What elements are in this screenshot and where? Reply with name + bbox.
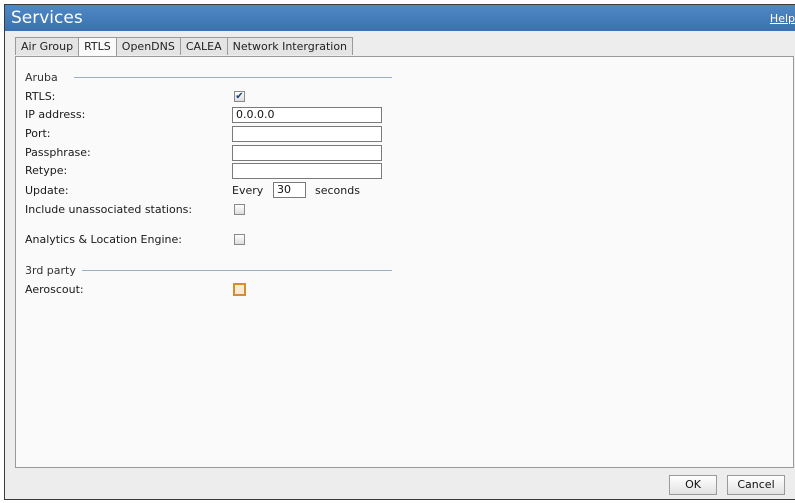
cancel-button[interactable]: Cancel — [727, 475, 785, 495]
rtls-panel: Aruba RTLS: ✔ IP address: 0.0.0.0 Port: … — [15, 56, 794, 468]
services-dialog: Services Help Air Group RTLS OpenDNS CAL… — [4, 4, 795, 500]
tab-bar: Air Group RTLS OpenDNS CALEA Network Int… — [15, 37, 354, 56]
retype-label: Retype: — [25, 164, 68, 177]
third-party-group-divider — [82, 270, 392, 271]
passphrase-input[interactable] — [232, 145, 382, 161]
ip-address-input[interactable]: 0.0.0.0 — [232, 107, 382, 123]
unassociated-stations-label: Include unassociated stations: — [25, 203, 193, 216]
ale-label: Analytics & Location Engine: — [25, 233, 182, 246]
tab-opendns[interactable]: OpenDNS — [115, 37, 181, 55]
rtls-checkbox[interactable]: ✔ — [234, 91, 245, 102]
unassociated-stations-checkbox[interactable] — [234, 204, 245, 215]
update-label: Update: — [25, 184, 69, 197]
aeroscout-checkbox[interactable] — [233, 283, 246, 296]
update-suffix: seconds — [315, 184, 360, 197]
aruba-group-label: Aruba — [25, 71, 58, 84]
help-link[interactable]: Help — [770, 12, 795, 25]
aruba-group-divider — [74, 77, 392, 78]
tab-network-integration[interactable]: Network Intergration — [226, 37, 354, 55]
tab-rtls[interactable]: RTLS — [78, 37, 117, 56]
third-party-group-label: 3rd party — [25, 264, 76, 277]
rtls-label: RTLS: — [25, 90, 56, 103]
tab-calea[interactable]: CALEA — [179, 37, 228, 55]
passphrase-label: Passphrase: — [25, 146, 91, 159]
tab-air-group[interactable]: Air Group — [15, 37, 80, 55]
port-label: Port: — [25, 127, 51, 140]
port-input[interactable] — [232, 126, 382, 142]
ip-address-label: IP address: — [25, 108, 86, 121]
ale-checkbox[interactable] — [234, 234, 245, 245]
aeroscout-label: Aeroscout: — [25, 283, 84, 296]
title-bar: Services Help — [5, 5, 795, 31]
update-prefix: Every — [232, 184, 264, 197]
retype-input[interactable] — [232, 163, 382, 179]
ok-button[interactable]: OK — [669, 475, 717, 495]
update-interval-input[interactable]: 30 — [273, 182, 306, 198]
dialog-title: Services — [11, 8, 83, 28]
